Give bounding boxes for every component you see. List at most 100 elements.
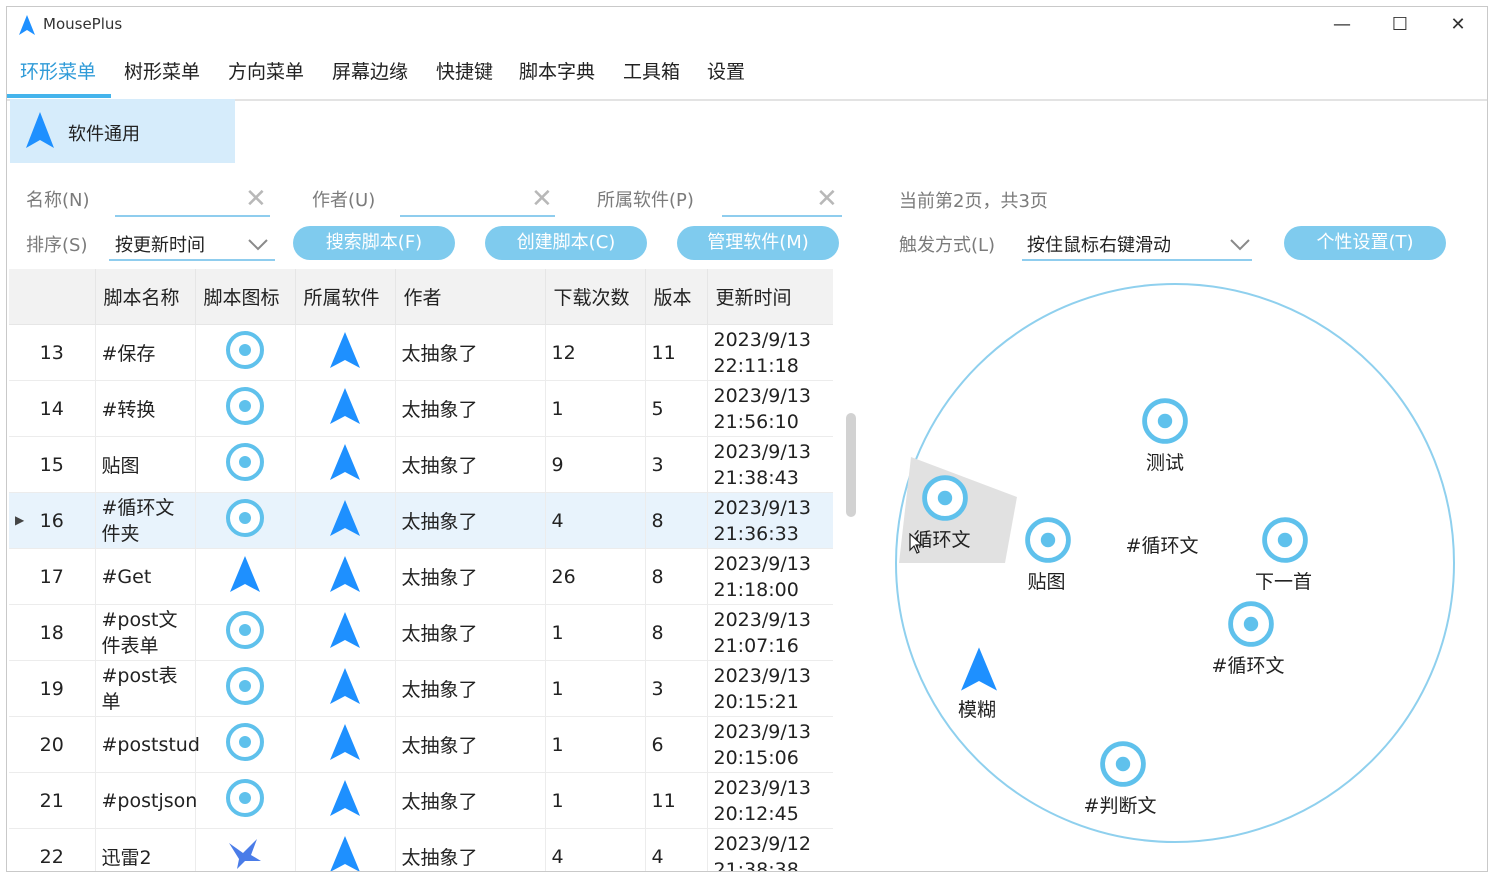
table-row[interactable]: 16 #循环文 件夹 太抽象了 4 8 2023/9/13 21:36:33: [9, 492, 833, 549]
update-time: 20:15:06: [713, 746, 799, 769]
update-date: 2023/9/13: [713, 720, 811, 743]
category-software-general[interactable]: 软件通用: [10, 99, 235, 163]
ring-menu-item[interactable]: 下一首: [1225, 517, 1345, 594]
software-cell: [295, 324, 396, 381]
column-header[interactable]: 脚本名称: [95, 269, 196, 325]
update-date: 2023/9/13: [713, 384, 811, 407]
table-row[interactable]: 13 #保存 太抽象了 12 11 2023/9/13 22:11:18: [9, 324, 833, 381]
close-button[interactable]: ✕: [1435, 11, 1481, 39]
script-icon-cell: [195, 548, 296, 605]
target-icon: [1191, 601, 1311, 647]
create-script-button[interactable]: 创建脚本(C): [485, 226, 647, 260]
ring-item-label: #判断文: [1083, 795, 1157, 817]
downloads-cell: 4: [545, 828, 646, 871]
clear-name-icon[interactable]: ✕: [245, 186, 267, 212]
arrow-icon: [330, 500, 360, 541]
minimize-button[interactable]: —: [1319, 11, 1365, 39]
table-row[interactable]: 22 迅雷2 太抽象了 4 4 2023/9/12 21:38:38: [9, 828, 833, 871]
table-row[interactable]: 14 #转换 太抽象了 1 5 2023/9/13 21:56:10: [9, 380, 833, 437]
target-icon: [225, 331, 265, 375]
updated-time-cell: 2023/9/13 20:15:21: [707, 660, 833, 717]
downloads-cell: 1: [545, 380, 646, 437]
tab-direction-menu[interactable]: 方向菜单: [228, 57, 304, 84]
row-index: 13: [9, 324, 96, 381]
clear-author-icon[interactable]: ✕: [531, 186, 553, 212]
mouse-cursor-icon: [909, 532, 924, 559]
bird-icon: [227, 839, 263, 871]
ring-menu-item[interactable]: #循环文: [1102, 531, 1222, 558]
software-cell: [295, 828, 396, 871]
arrow-icon: [330, 668, 360, 709]
author-cell: 太抽象了: [395, 604, 546, 661]
target-icon: [225, 779, 265, 823]
arrow-icon: [919, 647, 1039, 691]
table-row[interactable]: 17 #Get 太抽象了 26 8 2023/9/13 21:18:00: [9, 548, 833, 605]
table-row[interactable]: 15 贴图 太抽象了 9 3 2023/9/13 21:38:43: [9, 436, 833, 493]
clear-software-icon[interactable]: ✕: [816, 186, 838, 212]
author-cell: 太抽象了: [395, 324, 546, 381]
column-header[interactable]: 脚本图标: [195, 269, 296, 325]
software-cell: [295, 436, 396, 493]
ring-menu-item[interactable]: 测试: [1105, 398, 1225, 475]
row-index: 15: [9, 436, 96, 493]
main-tabs: 环形菜单 树形菜单 方向菜单 屏幕边缘 快捷键 脚本字典 工具箱 设置: [7, 49, 1487, 101]
column-header[interactable]: 作者: [395, 269, 546, 325]
personalize-button[interactable]: 个性设置(T): [1284, 226, 1446, 260]
tab-ring-menu[interactable]: 环形菜单: [20, 57, 96, 84]
manage-software-button[interactable]: 管理软件(M): [677, 226, 839, 260]
ring-menu-item[interactable]: 贴图: [988, 517, 1108, 594]
maximize-button[interactable]: ☐: [1377, 11, 1423, 39]
arrow-icon: [330, 780, 360, 821]
tab-settings[interactable]: 设置: [707, 57, 745, 84]
script-icon-cell: [195, 436, 296, 493]
current-row-marker-icon: ▶: [15, 513, 25, 527]
author-cell: 太抽象了: [395, 772, 546, 829]
script-name: #poststud: [101, 733, 200, 756]
tab-toolbox[interactable]: 工具箱: [623, 57, 680, 84]
table-row[interactable]: 18 #post文 件表单 太抽象了 1 8 2023/9/13 21:07:16: [9, 604, 833, 661]
author-cell: 太抽象了: [395, 828, 546, 871]
author-cell: 太抽象了: [395, 660, 546, 717]
version-cell: 5: [645, 380, 708, 437]
tab-script-dict[interactable]: 脚本字典: [519, 57, 595, 84]
column-header[interactable]: 所属软件: [295, 269, 396, 325]
author-cell: 太抽象了: [395, 492, 546, 549]
ring-menu-item[interactable]: 模糊: [919, 647, 1039, 722]
downloads-cell: 1: [545, 772, 646, 829]
column-header[interactable]: 更新时间: [707, 269, 833, 325]
active-tab-indicator: [7, 94, 111, 98]
downloads-cell: 9: [545, 436, 646, 493]
chevron-down-icon: [1229, 237, 1251, 256]
target-icon: [1063, 741, 1183, 787]
update-time: 20:12:45: [713, 802, 799, 825]
updated-time-cell: 2023/9/13 21:07:16: [707, 604, 833, 661]
column-header[interactable]: 下载次数: [545, 269, 646, 325]
tab-hotkeys[interactable]: 快捷键: [436, 57, 493, 84]
table-row[interactable]: 20 #poststud 太抽象了 1 6 2023/9/13 20:15:06: [9, 716, 833, 773]
software-cell: [295, 772, 396, 829]
arrow-icon: [330, 388, 360, 429]
update-date: 2023/9/13: [713, 440, 811, 463]
script-name-cont: 单: [101, 690, 121, 713]
downloads-cell: 1: [545, 660, 646, 717]
arrow-icon: [330, 444, 360, 485]
table-scrollbar[interactable]: [846, 413, 856, 517]
search-script-button[interactable]: 搜索脚本(F): [293, 226, 455, 260]
software-label: 所属软件(P): [597, 190, 694, 211]
ring-item-label: 下一首: [1254, 571, 1312, 593]
ring-item-label: 模糊: [957, 699, 996, 721]
tab-tree-menu[interactable]: 树形菜单: [124, 57, 200, 84]
version-cell: 8: [645, 492, 708, 549]
ring-menu-item[interactable]: #循环文: [1191, 601, 1311, 678]
arrow-icon: [330, 836, 360, 871]
column-header[interactable]: 版本: [645, 269, 708, 325]
tab-screen-edge[interactable]: 屏幕边缘: [332, 57, 408, 84]
table-row[interactable]: 19 #post表单 太抽象了 1 3 2023/9/13 20:15:21: [9, 660, 833, 717]
ring-menu-item[interactable]: #判断文: [1063, 741, 1183, 818]
software-cell: [295, 604, 396, 661]
ring-item-label: 贴图: [1027, 571, 1066, 593]
ring-menu-item[interactable]: 循环文: [885, 475, 1005, 552]
script-name-cell: #转换: [95, 380, 196, 437]
table-row[interactable]: 21 #postjson 太抽象了 1 11 2023/9/13 20:12:45: [9, 772, 833, 829]
arrow-icon: [330, 724, 360, 765]
